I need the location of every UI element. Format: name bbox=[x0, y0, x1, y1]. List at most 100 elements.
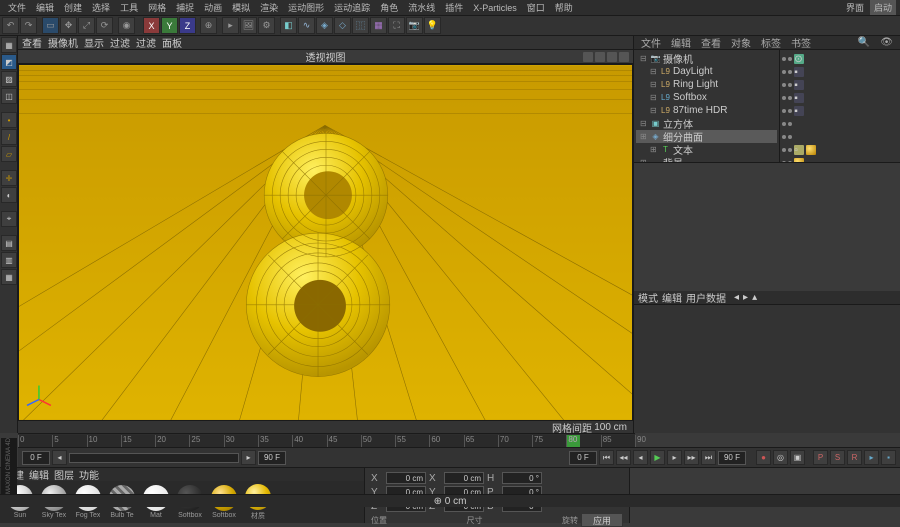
mat-tab-texture[interactable]: 功能 bbox=[79, 467, 99, 482]
object-row[interactable]: ⊞T文本 bbox=[636, 143, 777, 156]
range-slider[interactable] bbox=[69, 453, 239, 463]
make-editable-button[interactable]: ▦ bbox=[1, 37, 17, 53]
attr-nav-up-icon[interactable]: ▴ bbox=[752, 292, 757, 303]
add-camera-button[interactable]: 📷 bbox=[406, 17, 423, 34]
tag-row[interactable]: ▪ bbox=[782, 104, 898, 117]
mat-tab-edit[interactable]: 编辑 bbox=[29, 467, 49, 482]
object-row[interactable]: ⊟▣立方体 bbox=[636, 117, 777, 130]
axis-x-toggle[interactable]: X bbox=[143, 17, 160, 34]
apply-button[interactable]: 应用 bbox=[581, 513, 623, 527]
tag-row[interactable]: ▫ bbox=[782, 143, 898, 156]
object-row[interactable]: ⊟📷摄像机 bbox=[636, 52, 777, 65]
autokey-button[interactable]: ◎ bbox=[773, 450, 788, 465]
add-spline-button[interactable]: ∿ bbox=[298, 17, 315, 34]
key-pos-toggle[interactable]: P bbox=[813, 450, 828, 465]
vp-menu-filter[interactable]: 过滤 bbox=[136, 35, 156, 50]
key-rot-toggle[interactable]: R bbox=[847, 450, 862, 465]
next-key-button[interactable]: ▸▸ bbox=[684, 450, 699, 465]
key-pla-toggle[interactable]: ▪ bbox=[881, 450, 896, 465]
coord-x-pos[interactable] bbox=[386, 472, 426, 484]
workplane-snap-button[interactable]: ▤ bbox=[1, 235, 17, 251]
range-start-stepper[interactable]: ◂ bbox=[52, 450, 67, 465]
workplane-button[interactable]: ◫ bbox=[1, 88, 17, 104]
om-eye-icon[interactable]: 👁 bbox=[877, 36, 896, 49]
locked-workplane-button[interactable]: ▥ bbox=[1, 252, 17, 268]
om-tab-edit[interactable]: 编辑 bbox=[668, 34, 694, 51]
om-tab-objects[interactable]: 对象 bbox=[728, 34, 754, 51]
add-scene-button[interactable]: ⛶ bbox=[388, 17, 405, 34]
om-tab-tags[interactable]: 标签 bbox=[758, 34, 784, 51]
add-light-button[interactable]: 💡 bbox=[424, 17, 441, 34]
axis-z-toggle[interactable]: Z bbox=[179, 17, 196, 34]
current-frame-field[interactable] bbox=[569, 451, 597, 465]
vp-menu-options[interactable]: 过滤 bbox=[110, 35, 130, 50]
rotate-tool[interactable]: ⟳ bbox=[96, 17, 113, 34]
om-search-icon[interactable]: 🔍 bbox=[855, 36, 873, 49]
menu-snap[interactable]: 捕捉 bbox=[172, 0, 198, 15]
render-pv-button[interactable]: 🖼 bbox=[240, 17, 257, 34]
prev-frame-button[interactable]: ◂ bbox=[633, 450, 648, 465]
add-deformer-button[interactable]: ▦ bbox=[370, 17, 387, 34]
recent-tool[interactable]: ◉ bbox=[118, 17, 135, 34]
total-frames-field[interactable] bbox=[718, 451, 746, 465]
menu-file[interactable]: 文件 bbox=[4, 0, 30, 15]
menu-help[interactable]: 帮助 bbox=[551, 0, 577, 15]
tag-row[interactable]: ⊙ bbox=[782, 52, 898, 65]
vp-menu-display[interactable]: 显示 bbox=[84, 35, 104, 50]
menu-tracker[interactable]: 运动追踪 bbox=[330, 0, 374, 15]
edges-mode-button[interactable]: / bbox=[1, 129, 17, 145]
mat-tab-function[interactable]: 图层 bbox=[54, 467, 74, 482]
attr-tab-edit[interactable]: 编辑 bbox=[662, 290, 682, 305]
menu-character[interactable]: 角色 bbox=[376, 0, 402, 15]
menu-edit[interactable]: 编辑 bbox=[32, 0, 58, 15]
attr-tab-mode[interactable]: 模式 bbox=[638, 290, 658, 305]
keyframe-sel-button[interactable]: ▣ bbox=[790, 450, 805, 465]
coord-system-button[interactable]: ⊕ bbox=[200, 17, 217, 34]
object-row[interactable]: ⊟L9Softbox bbox=[636, 91, 777, 104]
next-frame-button[interactable]: ▸ bbox=[667, 450, 682, 465]
add-array-button[interactable]: ⿲ bbox=[352, 17, 369, 34]
tag-row[interactable]: ▪ bbox=[782, 78, 898, 91]
render-view-button[interactable]: ▸ bbox=[222, 17, 239, 34]
render-settings-button[interactable]: ⚙ bbox=[258, 17, 275, 34]
points-mode-button[interactable]: • bbox=[1, 112, 17, 128]
attr-nav-fwd-icon[interactable]: ▸ bbox=[743, 292, 748, 303]
object-row[interactable]: ⊟L987time HDR bbox=[636, 104, 777, 117]
frame-start-field[interactable] bbox=[22, 451, 50, 465]
range-end-stepper[interactable]: ▸ bbox=[241, 450, 256, 465]
undo-button[interactable]: ↶ bbox=[2, 17, 19, 34]
coord-h-rot[interactable] bbox=[502, 472, 542, 484]
om-tab-view[interactable]: 查看 bbox=[698, 34, 724, 51]
prev-key-button[interactable]: ◂◂ bbox=[616, 450, 631, 465]
menu-xparticles[interactable]: X-Particles bbox=[469, 2, 521, 14]
menu-render[interactable]: 渲染 bbox=[256, 0, 282, 15]
vp-menu-view[interactable]: 查看 bbox=[22, 35, 42, 50]
axis-y-toggle[interactable]: Y bbox=[161, 17, 178, 34]
key-scale-toggle[interactable]: S bbox=[830, 450, 845, 465]
viewport-3d[interactable] bbox=[18, 64, 633, 421]
model-mode-button[interactable]: ◩ bbox=[1, 54, 17, 70]
frame-end-field[interactable] bbox=[258, 451, 286, 465]
vp-nav-zoom-icon[interactable] bbox=[595, 52, 605, 62]
axis-mode-button[interactable]: ✛ bbox=[1, 170, 17, 186]
om-tab-bookmarks[interactable]: 书签 bbox=[788, 34, 814, 51]
menu-mesh[interactable]: 网格 bbox=[144, 0, 170, 15]
tag-row[interactable]: ▪ bbox=[782, 91, 898, 104]
vp-nav-pan-icon[interactable] bbox=[583, 52, 593, 62]
goto-end-button[interactable]: ⏭ bbox=[701, 450, 716, 465]
key-param-toggle[interactable]: ▸ bbox=[864, 450, 879, 465]
texture-mode-button[interactable]: ▨ bbox=[1, 71, 17, 87]
menu-layout[interactable]: 界面 bbox=[842, 0, 868, 15]
menu-tools[interactable]: 工具 bbox=[116, 0, 142, 15]
planar-workplane-button[interactable]: ▦ bbox=[1, 269, 17, 285]
menu-pipeline[interactable]: 流水线 bbox=[404, 0, 439, 15]
scale-tool[interactable]: ⤢ bbox=[78, 17, 95, 34]
menu-animate[interactable]: 动画 bbox=[200, 0, 226, 15]
record-button[interactable]: ● bbox=[756, 450, 771, 465]
move-tool[interactable]: ✥ bbox=[60, 17, 77, 34]
menu-create[interactable]: 创建 bbox=[60, 0, 86, 15]
select-tool[interactable]: ▭ bbox=[42, 17, 59, 34]
tag-row[interactable]: ▪ bbox=[782, 65, 898, 78]
menu-plugins[interactable]: 插件 bbox=[441, 0, 467, 15]
menu-window[interactable]: 窗口 bbox=[523, 0, 549, 15]
